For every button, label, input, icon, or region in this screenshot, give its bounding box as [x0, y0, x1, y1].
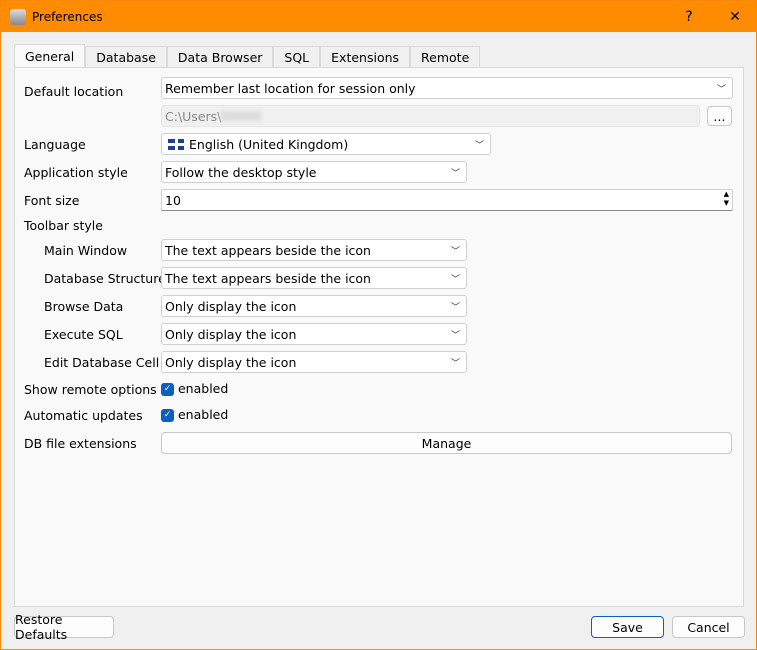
toolbar-main-window-select[interactable]: The text appears beside the icon ﹀: [161, 239, 467, 261]
select-value: The text appears beside the icon: [165, 242, 371, 258]
uk-flag-icon: [168, 138, 184, 150]
language-label: Language: [24, 137, 86, 152]
toolbar-edit-cell-label: Edit Database Cell: [44, 355, 160, 370]
path-field[interactable]: C:\Users\: [161, 105, 700, 127]
preferences-dialog: Preferences ? ✕ General Database Data Br…: [0, 0, 757, 650]
toolbar-database-structure-label: Database Structure: [44, 271, 166, 286]
tab-extensions[interactable]: Extensions: [320, 46, 411, 68]
browse-button[interactable]: ...: [707, 106, 732, 126]
chevron-down-icon: ﹀: [450, 247, 460, 257]
restore-defaults-button[interactable]: Restore Defaults: [14, 612, 114, 642]
help-button[interactable]: ?: [669, 1, 709, 32]
blurred-username: [221, 111, 262, 121]
toolbar-execute-sql-label: Execute SQL: [44, 327, 123, 342]
window-title: Preferences: [32, 9, 103, 24]
toolbar-style-label: Toolbar style: [24, 218, 103, 233]
checkmark-icon: ✓: [161, 409, 174, 422]
tab-data-browser[interactable]: Data Browser: [166, 46, 274, 68]
app-style-value: Follow the desktop style: [165, 164, 317, 180]
select-value: The text appears beside the icon: [165, 270, 371, 286]
default-location-label: Default location: [24, 84, 124, 99]
automatic-updates-checkbox[interactable]: ✓ enabled: [161, 407, 228, 422]
app-style-label: Application style: [24, 165, 128, 180]
toolbar-browse-data-label: Browse Data: [44, 299, 124, 314]
font-size-label: Font size: [24, 193, 80, 208]
toolbar-browse-data-select[interactable]: Only display the icon ﹀: [161, 295, 467, 317]
font-size-value: 10: [165, 192, 181, 208]
cancel-button[interactable]: Cancel: [672, 616, 745, 638]
select-value: Only display the icon: [165, 354, 297, 370]
chevron-down-icon: ﹀: [450, 331, 460, 341]
language-value: English (United Kingdom): [189, 136, 349, 152]
db-extensions-label: DB file extensions: [24, 436, 137, 451]
select-value: Only display the icon: [165, 326, 297, 342]
tab-remote[interactable]: Remote: [410, 46, 481, 68]
toolbar-main-window-label: Main Window: [44, 243, 128, 258]
chevron-down-icon: ﹀: [450, 169, 460, 179]
checkbox-label: enabled: [177, 407, 229, 422]
checkbox-label: enabled: [177, 381, 229, 396]
chevron-down-icon: ﹀: [450, 275, 460, 285]
tab-bar: General Database Data Browser SQL Extens…: [14, 44, 481, 68]
manage-button[interactable]: Manage: [161, 432, 732, 454]
path-value: C:\Users\: [165, 108, 222, 124]
checkmark-icon: ✓: [161, 383, 174, 396]
tab-sql[interactable]: SQL: [273, 46, 321, 68]
spin-arrows-icon[interactable]: ▲ ▼: [724, 190, 729, 208]
chevron-down-icon: ﹀: [450, 359, 460, 369]
tab-general[interactable]: General: [14, 44, 86, 68]
remote-options-label: Show remote options: [24, 382, 157, 397]
toolbar-edit-cell-select[interactable]: Only display the icon ﹀: [161, 351, 467, 373]
chevron-down-icon: ﹀: [450, 303, 460, 313]
automatic-updates-label: Automatic updates: [24, 408, 143, 423]
save-button[interactable]: Save: [591, 616, 664, 638]
title-bar: Preferences ? ✕: [1, 1, 756, 32]
tab-database[interactable]: Database: [85, 46, 167, 68]
remote-options-checkbox[interactable]: ✓ enabled: [161, 381, 228, 396]
chevron-down-icon: ﹀: [716, 85, 726, 95]
language-select[interactable]: English (United Kingdom) ﹀: [161, 133, 491, 155]
font-size-spinbox[interactable]: 10 ▲ ▼: [161, 189, 733, 211]
default-location-value: Remember last location for session only: [165, 80, 416, 96]
close-button[interactable]: ✕: [715, 1, 755, 32]
database-icon: [10, 8, 26, 25]
chevron-down-icon: ﹀: [474, 141, 484, 151]
toolbar-database-structure-select[interactable]: The text appears beside the icon ﹀: [161, 267, 467, 289]
toolbar-execute-sql-select[interactable]: Only display the icon ﹀: [161, 323, 467, 345]
default-location-select[interactable]: Remember last location for session only ﹀: [161, 77, 733, 99]
app-style-select[interactable]: Follow the desktop style ﹀: [161, 161, 467, 183]
select-value: Only display the icon: [165, 298, 297, 314]
